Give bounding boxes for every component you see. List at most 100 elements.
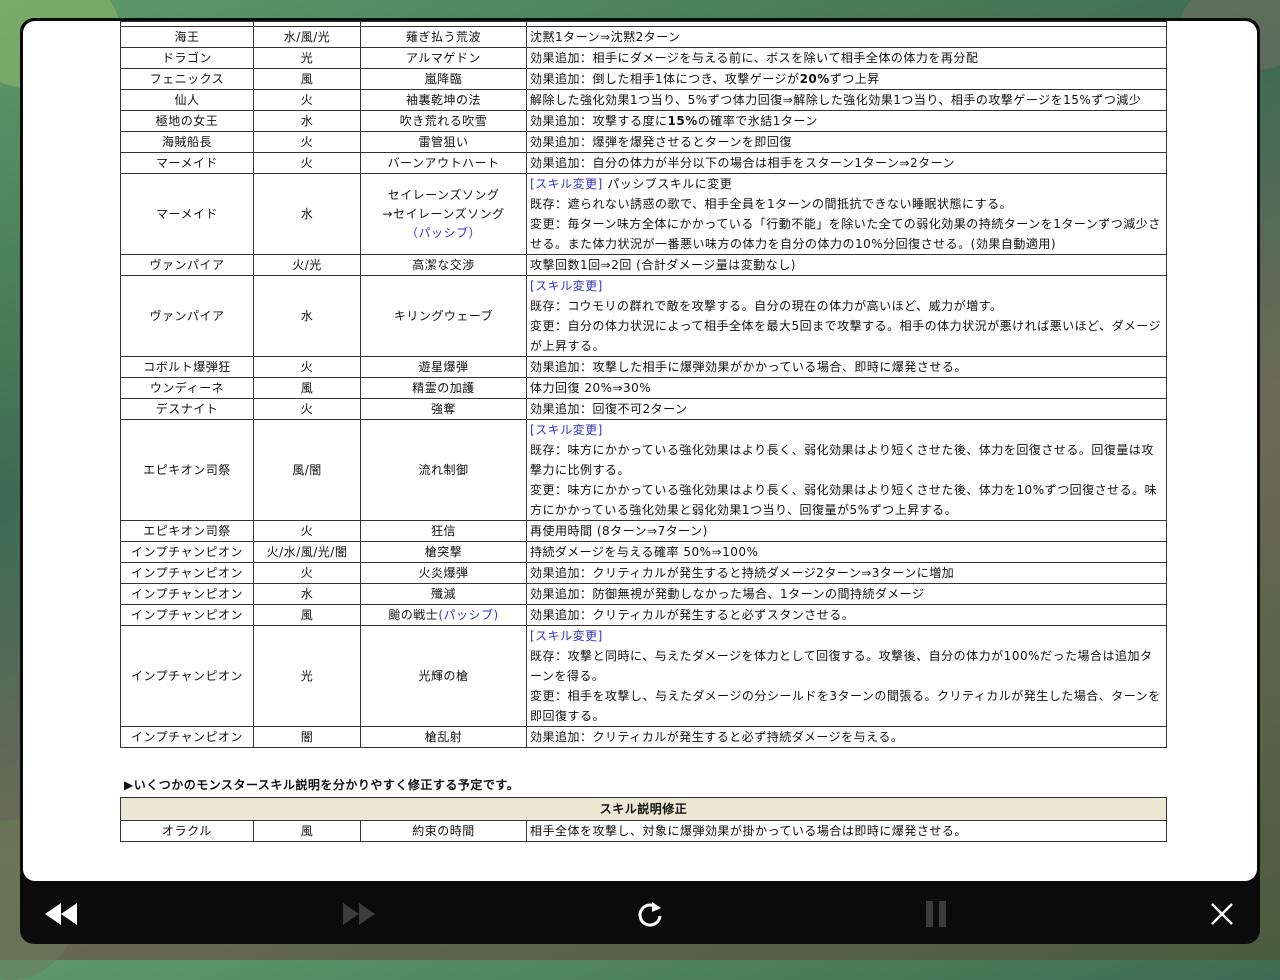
skill-description: 攻撃回数1回⇒2回 (合計ダメージ量は変動なし) — [526, 254, 1167, 276]
skill-name-text: 精霊の加護 — [412, 381, 475, 395]
skill-name: 颱の戦士(パッシブ) — [360, 604, 527, 626]
changed-effect: 変更：毎ターン味方全体にかかっている「行動不能」を除いた全ての弱化効果の持続ター… — [530, 217, 1161, 251]
table-row: インプチャンピオン 光 光輝の槍 [スキル変更] 既存：攻撃と同時に、与えたダメージを体… — [120, 625, 1167, 727]
attribute-text: 火 — [300, 360, 314, 374]
skill-change-table: 海王 水/風/光 薙ぎ払う荒波 沈黙1ターン⇒沈黙2ターン ドラゴン光アルマゲドン 効果追… — [120, 21, 1167, 748]
attribute-text: 火 — [300, 156, 314, 170]
skill-description-text: 沈黙1ターン⇒沈黙2ターン — [530, 30, 681, 44]
notice-content: 海王 水/風/光 薙ぎ払う荒波 沈黙1ターン⇒沈黙2ターン ドラゴン光アルマゲドン 効果追… — [119, 21, 1168, 842]
monster-attribute: 火/水/風/光/闇 — [253, 541, 361, 563]
monster-name: マーメイド — [120, 152, 254, 174]
skill-description-text: 効果追加：クリティカルが発生すると必ずスタンさせる。 — [530, 608, 855, 622]
monster-attribute: 風 — [253, 377, 361, 399]
attribute-text: 水 — [300, 207, 314, 221]
table-row: 仙人 火 袖裏乾坤の法 解除した強化効果1つ当り、5%ずつ体力回復⇒解除した強化効果1… — [120, 89, 1167, 111]
table-row: 海賊船長 火 雷管狙い 効果追加：爆弾を爆発させるとターンを即回復 — [120, 131, 1167, 153]
monster-name-text: ヴァンパイア — [149, 258, 225, 272]
skill-name: 雷管狙い — [360, 131, 527, 153]
monster-name-text: インプチャンピオン — [130, 587, 244, 601]
skill-name-text: 流れ制御 — [418, 463, 469, 477]
monster-name: ヴァンパイア — [120, 275, 254, 357]
skill-description-text: の確率で氷結1ターン — [697, 114, 818, 128]
monster-name-text: インプチャンピオン — [130, 608, 244, 622]
skill-description-text: 持続ダメージを与える確率 50%⇒100% — [530, 545, 759, 559]
monster-name-text: マーメイド — [155, 207, 219, 221]
skill-description: 効果追加：攻撃する度に15%の確率で氷結1ターン — [526, 110, 1167, 132]
skill-description-text: 効果追加：クリティカルが発生すると持続ダメージ2ターン⇒3ターンに増加 — [530, 566, 955, 580]
attribute-text: 水 — [300, 114, 314, 128]
table-row: フェニックス 風 嵐降臨 効果追加：倒した相手1体につき、攻撃ゲージが20%ずつ上昇 — [120, 68, 1167, 90]
skill-change-tag-line: [スキル変更] — [530, 627, 1163, 647]
skill-description-text: 効果追加：倒した相手1体につき、攻撃ゲージが — [530, 72, 800, 86]
skill-description-text: 再使用時間 (8ターン⇒7ターン) — [530, 524, 708, 538]
attribute-text: 風 — [300, 608, 314, 622]
skill-name: 殲滅 — [360, 583, 527, 605]
monster-attribute: 風 — [253, 68, 361, 90]
skill-name-text: 吹き荒れる吹雪 — [399, 114, 488, 128]
monster-attribute: 火 — [253, 89, 361, 111]
skill-description: 効果追加：回復不可2ターン — [526, 398, 1167, 420]
skill-name-text: 狂信 — [430, 524, 456, 538]
monster-attribute: 風 — [253, 604, 361, 626]
skill-name: バーンアウトハート — [360, 152, 527, 174]
rewind-button[interactable] — [42, 898, 82, 930]
monster-name: インプチャンピオン — [120, 583, 254, 605]
skill-name: セイレーンズソング →セイレーンズソング （パッシブ） — [360, 173, 527, 255]
monster-name: コボルト爆弾狂 — [120, 356, 254, 378]
skill-description: 相手全体を攻撃し、対象に爆弾効果が掛かっている場合は即時に爆発させる。 — [525, 820, 1168, 842]
table-row: インプチャンピオン 風 颱の戦士(パッシブ) 効果追加：クリティカルが発生すると必ずス… — [120, 604, 1167, 626]
existing-effect: 既存：コウモリの群れで敵を攻撃する。自分の現在の体力が高いほど、威力が増す。 — [530, 299, 1003, 313]
skill-description: 解除した強化効果1つ当り、5%ずつ体力回復⇒解除した強化効果1つ当り、相手の攻撃… — [526, 89, 1167, 111]
skill-description: 沈黙1ターン⇒沈黙2ターン — [526, 26, 1167, 48]
skill-name-text: バーンアウトハート — [387, 156, 500, 170]
skill-name-text: 殲滅 — [430, 587, 456, 601]
monster-name-text: マーメイド — [155, 156, 219, 170]
skill-description-text: 効果追加：回復不可2ターン — [530, 402, 688, 416]
table-row: エピキオン司祭 風/闇 流れ制御 [スキル変更] 既存：味方にかかっている強化効果はより… — [120, 419, 1167, 521]
fast-forward-button[interactable] — [338, 898, 378, 930]
skill-name-text: 強奪 — [430, 402, 456, 416]
skill-description: [スキル変更] 既存：味方にかかっている強化効果はより長く、弱化効果はより短くさせ… — [526, 419, 1167, 521]
highlight-value: 20% — [799, 72, 830, 86]
viewer-controls — [20, 884, 1260, 944]
skill-name-text: 薙ぎ払う荒波 — [405, 30, 481, 44]
monster-name-text: エピキオン司祭 — [143, 463, 231, 477]
monster-name-text: デスナイト — [155, 402, 219, 416]
skill-name-text: 遊星爆弾 — [418, 360, 469, 374]
monster-name: インプチャンピオン — [120, 562, 254, 584]
skill-description-text: 攻撃回数1回⇒2回 (合計ダメージ量は変動なし) — [530, 258, 796, 272]
document-viewer: 海王 水/風/光 薙ぎ払う荒波 沈黙1ターン⇒沈黙2ターン ドラゴン光アルマゲドン 効果追… — [20, 18, 1260, 944]
monster-attribute: 水 — [253, 275, 361, 357]
attribute-text: 火 — [300, 566, 314, 580]
skill-description: 効果追加：自分の体力が半分以下の場合は相手をスターン1ターン⇒2ターン — [526, 152, 1167, 174]
monster-name: 仙人 — [120, 89, 254, 111]
skill-description-text: 効果追加：相手にダメージを与える前に、ボスを除いて相手全体の体力を再分配 — [530, 51, 979, 65]
attribute-text: 火 — [300, 524, 314, 538]
monster-name: マーメイド — [120, 173, 254, 255]
monster-name: エピキオン司祭 — [120, 520, 254, 542]
monster-name: オラクル — [120, 820, 254, 842]
skill-name: 光輝の槍 — [360, 625, 527, 727]
skill-name-text: アルマゲドン — [406, 51, 481, 65]
monster-attribute: 風 — [253, 820, 361, 842]
attribute-text: 火 — [300, 402, 314, 416]
passive-label: (パッシブ) — [438, 608, 499, 622]
close-button[interactable] — [1202, 898, 1242, 930]
monster-name: エピキオン司祭 — [120, 419, 254, 521]
monster-name: 海賊船長 — [120, 131, 254, 153]
pause-button[interactable] — [916, 898, 956, 930]
skill-name: 約束の時間 — [360, 820, 527, 842]
skill-change-tag-line: [スキル変更] — [530, 421, 1163, 441]
table-row: インプチャンピオン 火/水/風/光/闇 槍突撃 持続ダメージを与える確率 50%⇒10… — [120, 541, 1167, 563]
reload-button[interactable] — [630, 898, 670, 930]
skill-description: 再使用時間 (8ターン⇒7ターン) — [526, 520, 1167, 542]
skill-change-tag-line: [スキル変更] — [530, 277, 1163, 297]
fix-table-title: スキル説明修正 — [119, 797, 1168, 821]
table-row: ヴァンパイア 火/光 高潔な交渉 攻撃回数1回⇒2回 (合計ダメージ量は変動なし) — [120, 254, 1167, 276]
skill-name-text: 嵐降臨 — [424, 72, 463, 86]
monster-name-text: エピキオン司祭 — [143, 524, 231, 538]
skill-name: 槍乱射 — [360, 726, 527, 748]
refresh-icon — [638, 902, 662, 927]
monster-attribute: 水 — [253, 583, 361, 605]
skill-name: 袖裏乾坤の法 — [360, 89, 527, 111]
